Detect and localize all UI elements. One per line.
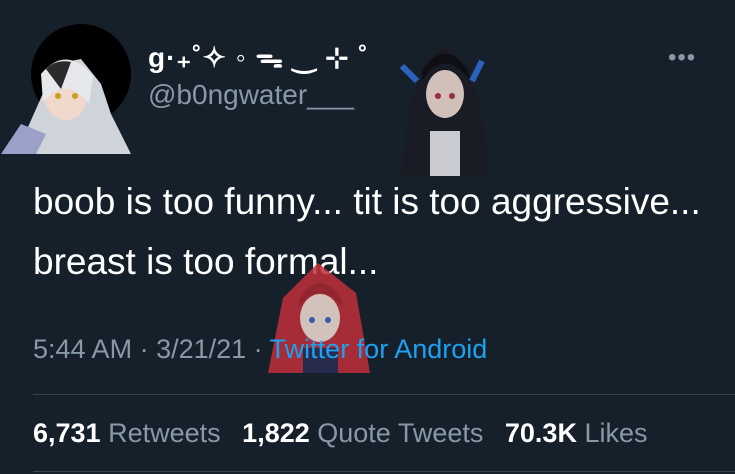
tweet-card: g·₊˚✧ ◦ ᯓ ‿ ⊹ ˚ @b0ngwater___ ••• boob i…	[0, 0, 735, 474]
retweets-label: Retweets	[108, 418, 221, 448]
divider	[33, 394, 735, 395]
anime-character-sticker	[399, 46, 490, 176]
more-dots-icon[interactable]: •••	[668, 44, 696, 72]
quote-label: Quote Tweets	[317, 418, 484, 448]
meta-separator: ·	[132, 334, 157, 364]
user-handle[interactable]: @b0ngwater___	[148, 79, 354, 111]
tweet-date[interactable]: 3/21/21	[156, 334, 246, 364]
retweets-count: 6,731	[33, 418, 101, 448]
tweet-time: 5:44 AM	[33, 334, 133, 364]
avatar[interactable]	[1, 24, 131, 154]
tweet-stats: 6,731 Retweets 1,822 Quote Tweets 70.3K …	[33, 418, 662, 449]
divider	[33, 471, 735, 472]
display-name[interactable]: g·₊˚✧ ◦ ᯓ ‿ ⊹ ˚	[148, 38, 369, 76]
retweets-stat[interactable]: 6,731 Retweets	[33, 418, 221, 448]
quote-tweets-stat[interactable]: 1,822 Quote Tweets	[242, 418, 483, 448]
anime-character-sticker	[1, 59, 131, 154]
likes-count: 70.3K	[504, 418, 577, 448]
likes-stat[interactable]: 70.3K Likes	[505, 418, 648, 448]
likes-label: Likes	[584, 418, 648, 448]
meta-separator: ·	[246, 334, 270, 364]
quote-count: 1,822	[242, 418, 310, 448]
tweet-source-link[interactable]: Twitter for Android	[270, 334, 488, 364]
tweet-metadata: 5:44 AM · 3/21/21 · Twitter for Android	[33, 334, 487, 365]
